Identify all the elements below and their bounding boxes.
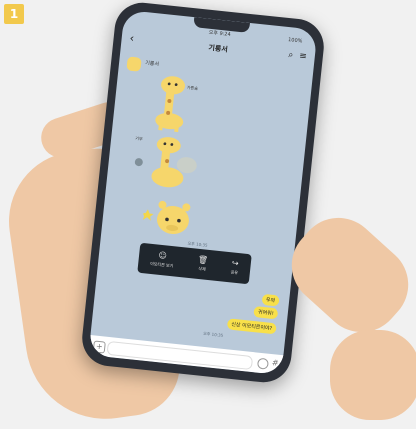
sender-name: 기롱서 — [144, 60, 160, 68]
message-timestamp: 오후 10:35 — [202, 330, 224, 338]
step-badge: 1 — [4, 4, 24, 24]
battery-level: 100% — [287, 37, 303, 45]
emoticon-icon: ☺ — [158, 250, 168, 261]
action-label: 이모티콘 보기 — [149, 260, 174, 269]
search-icon[interactable]: ⌕ — [288, 50, 294, 60]
back-chevron-icon[interactable]: ‹ — [129, 32, 135, 45]
emoji-icon[interactable] — [256, 357, 269, 370]
action-label: 삭제 — [198, 265, 206, 272]
sender-avatar[interactable] — [126, 56, 142, 72]
trash-icon: 🗑 — [197, 254, 209, 265]
giraffe-sticker-2[interactable]: 기부 — [126, 131, 212, 199]
right-hand — [330, 330, 416, 420]
share-arrow-icon: ↪ — [231, 258, 240, 269]
sticker-caption: 기부 — [135, 135, 143, 142]
message-bubble[interactable]: 우와 — [261, 293, 280, 307]
chat-title: 기롱서 — [208, 43, 229, 54]
giraffe-sticker-1[interactable]: 가쁜숨 — [138, 70, 214, 137]
action-label: 공유 — [230, 269, 239, 276]
message-bubble[interactable]: 신상 이모티콘이야? — [226, 318, 277, 335]
header-actions: ⌕ ≡ — [288, 50, 308, 62]
smartphone: 오후 9:24 100% ‹ 기롱서 ⌕ ≡ 기롱서 가쁜숨 기부 오후 10:… — [79, 0, 327, 385]
giraffe-sticker-3[interactable] — [141, 195, 205, 241]
message-input[interactable] — [106, 340, 254, 371]
hash-icon[interactable]: # — [271, 358, 279, 368]
view-emoticon-button[interactable]: ☺ 이모티콘 보기 — [150, 251, 175, 269]
sticker-caption: 가쁜숨 — [186, 84, 199, 91]
share-button[interactable]: ↪ 공유 — [230, 258, 240, 276]
hamburger-menu-icon[interactable]: ≡ — [299, 51, 308, 62]
message-bubble[interactable]: 귀여워! — [253, 306, 279, 320]
chat-screen: 오후 9:24 100% ‹ 기롱서 ⌕ ≡ 기롱서 가쁜숨 기부 오후 10:… — [88, 9, 318, 376]
plus-icon[interactable]: + — [92, 340, 106, 354]
delete-button[interactable]: 🗑 삭제 — [197, 254, 209, 273]
